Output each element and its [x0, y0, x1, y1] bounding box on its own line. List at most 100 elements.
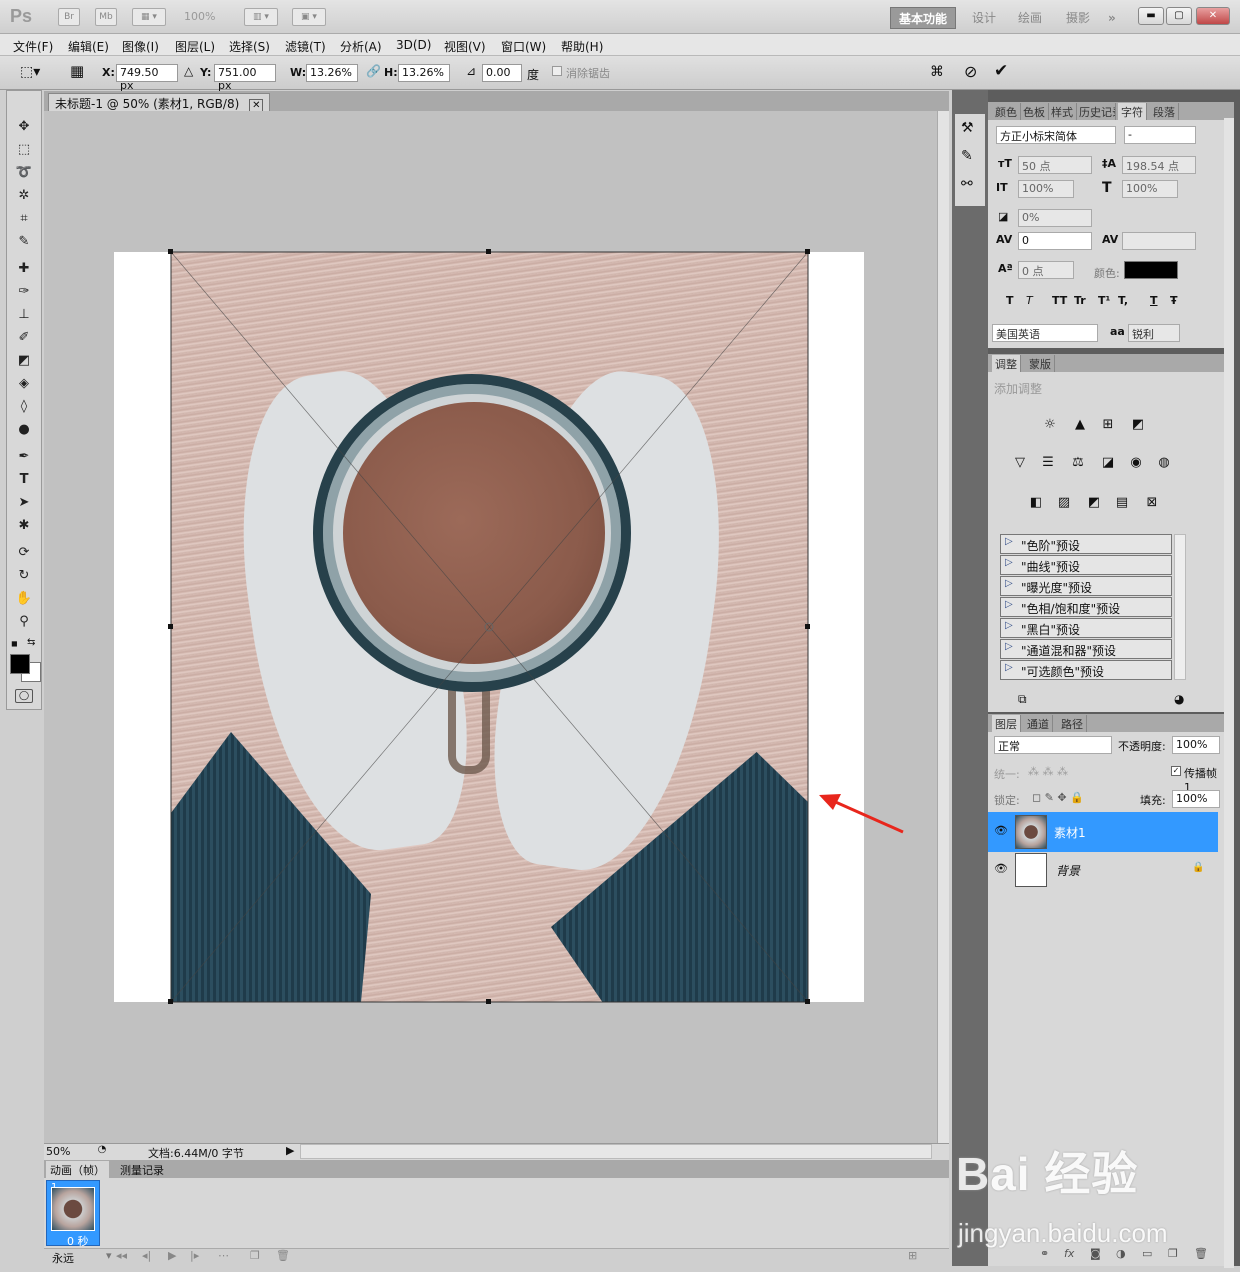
clone-stamp-tool-icon[interactable]: ⊥ — [13, 305, 35, 325]
all-caps-button[interactable]: TT — [1052, 294, 1067, 307]
paint-bucket-tool-icon[interactable]: ◈ — [13, 374, 35, 394]
preset-black-white[interactable]: "黑白"预设 — [1000, 618, 1172, 638]
preset-selective-color[interactable]: "可选颜色"预设 — [1000, 660, 1172, 680]
play-icon[interactable]: ▶ — [168, 1249, 176, 1262]
status-arrow-icon[interactable]: ▶ — [286, 1144, 294, 1157]
posterize-icon[interactable]: ▨ — [1054, 494, 1074, 512]
menu-view[interactable]: 视图(V) — [444, 38, 486, 55]
small-caps-button[interactable]: Tr — [1074, 294, 1086, 307]
angle-input[interactable]: 0.00 — [482, 64, 522, 82]
blur-tool-icon[interactable]: ◊ — [13, 397, 35, 417]
path-selection-tool-icon[interactable]: ➤ — [13, 493, 35, 513]
marquee-tool-icon[interactable]: ⬚ — [13, 140, 35, 160]
tab-color[interactable]: 颜色 — [992, 103, 1021, 120]
crop-tool-icon[interactable]: ⌗ — [13, 209, 35, 229]
vibrance-icon[interactable]: ▽ — [1010, 454, 1030, 472]
height-input[interactable]: 13.26% — [398, 64, 450, 82]
3d-rotate-tool-icon[interactable]: ⟳ — [13, 543, 35, 563]
screen-mode-dropdown[interactable]: ▣ ▾ — [292, 8, 326, 26]
menu-edit[interactable]: 编辑(E) — [68, 38, 109, 55]
menu-analysis[interactable]: 分析(A) — [340, 38, 382, 55]
first-frame-icon[interactable]: ◂◂ — [116, 1249, 127, 1262]
gradient-map-icon[interactable]: ▤ — [1112, 494, 1132, 512]
type-tool-icon[interactable]: T — [13, 470, 35, 490]
leading-input[interactable]: 198.54 点 — [1122, 156, 1196, 174]
right-panel-scrollbar[interactable] — [1224, 118, 1234, 1268]
status-menu-icon[interactable]: ◔ — [94, 1144, 110, 1159]
color-balance-icon[interactable]: ⚖ — [1068, 454, 1088, 472]
tab-paragraph[interactable]: 段落 — [1150, 103, 1179, 120]
next-frame-icon[interactable]: |▸ — [190, 1249, 199, 1262]
unify-icons[interactable]: ⁂ ⁂ ⁂ — [1028, 765, 1068, 778]
hand-tool-icon[interactable]: ✋ — [13, 589, 35, 609]
maximize-button[interactable]: ▢ — [1166, 7, 1192, 25]
opacity-input[interactable]: 100% — [1172, 736, 1220, 754]
black-white-icon[interactable]: ◪ — [1098, 454, 1118, 472]
tracking-ratio-input[interactable]: 0% — [1018, 209, 1092, 227]
loop-dropdown-arrow-icon[interactable]: ▾ — [106, 1249, 112, 1262]
commit-transform-icon[interactable]: ✔ — [994, 61, 1008, 81]
delete-frame-icon[interactable]: 🗑 — [276, 1249, 290, 1262]
faux-italic-button[interactable]: T — [1026, 294, 1033, 307]
canvas-vertical-scrollbar[interactable] — [937, 111, 949, 1143]
fill-input[interactable]: 100% — [1172, 790, 1220, 808]
preset-levels[interactable]: "色阶"预设 — [1000, 534, 1172, 554]
zoom-tool-icon[interactable]: ⚲ — [13, 612, 35, 632]
tool-presets-icon[interactable]: ⚒ — [961, 120, 974, 136]
layer-name-background[interactable]: 背景 — [1056, 862, 1080, 879]
view-extras-dropdown[interactable]: ▦ ▾ — [132, 8, 166, 26]
healing-brush-tool-icon[interactable]: ✚ — [13, 259, 35, 279]
workspace-essentials[interactable]: 基本功能 — [890, 7, 957, 29]
language-dropdown[interactable]: 美国英语 — [992, 324, 1098, 342]
lock-icons[interactable]: ◻ ✎ ✥ 🔒 — [1032, 791, 1084, 804]
text-color-swatch[interactable] — [1124, 261, 1178, 279]
curves-icon[interactable]: ⊞ — [1098, 416, 1118, 434]
menu-help[interactable]: 帮助(H) — [561, 38, 603, 55]
warp-mode-icon[interactable]: ⌘ — [930, 64, 944, 80]
3d-orbit-tool-icon[interactable]: ↻ — [13, 566, 35, 586]
eyedropper-tool-icon[interactable]: ✎ — [13, 232, 35, 252]
menu-3d[interactable]: 3D(D) — [396, 38, 431, 52]
history-brush-tool-icon[interactable]: ✐ — [13, 328, 35, 348]
presets-scrollbar[interactable] — [1174, 534, 1186, 680]
previous-frame-icon[interactable]: ◂| — [142, 1249, 151, 1262]
clone-source-icon[interactable]: ⚯ — [961, 176, 973, 192]
swap-colors-icon[interactable]: ⇆ — [27, 637, 35, 648]
vertical-scale-input[interactable]: 100% — [1018, 180, 1074, 198]
relative-position-icon[interactable]: △ — [184, 64, 193, 78]
layer-name-material1[interactable]: 素材1 — [1054, 824, 1086, 841]
strikethrough-button[interactable]: Ŧ — [1170, 294, 1178, 307]
move-tool-icon[interactable]: ✥ — [13, 117, 35, 137]
dodge-tool-icon[interactable]: ● — [13, 420, 35, 440]
tab-paths[interactable]: 路径 — [1058, 715, 1087, 732]
minimize-button[interactable]: ▬ — [1138, 7, 1164, 25]
preset-hue-saturation[interactable]: "色相/饱和度"预设 — [1000, 597, 1172, 617]
blend-mode-dropdown[interactable]: 正常 — [994, 736, 1112, 754]
menu-filter[interactable]: 滤镜(T) — [285, 38, 326, 55]
antialias-dropdown[interactable]: 锐利 — [1128, 324, 1180, 342]
animation-frame[interactable]: 1 0 秒 — [46, 1180, 100, 1248]
quick-mask-icon[interactable]: ◯ — [15, 689, 33, 703]
default-colors-icon[interactable]: ◼ — [11, 639, 18, 648]
threshold-icon[interactable]: ◩ — [1084, 494, 1104, 512]
font-family-dropdown[interactable]: 方正小标宋简体 — [996, 126, 1116, 144]
menu-image[interactable]: 图像(I) — [122, 38, 159, 55]
arrange-documents-dropdown[interactable]: ▥ ▾ — [244, 8, 278, 26]
workspace-painting[interactable]: 绘画 — [1010, 7, 1050, 29]
clip-adjustment-icon[interactable]: ⧉ — [1018, 692, 1027, 707]
horizontal-scale-input[interactable]: 100% — [1122, 180, 1178, 198]
photo-filter-icon[interactable]: ◉ — [1126, 454, 1146, 472]
tween-icon[interactable]: ⋯ — [218, 1249, 229, 1262]
tab-styles[interactable]: 样式 — [1048, 103, 1077, 120]
workspace-design[interactable]: 设计 — [964, 7, 1004, 29]
brush-tool-icon[interactable]: ✑ — [13, 282, 35, 302]
levels-icon[interactable]: ▲ — [1070, 416, 1090, 434]
underline-button[interactable]: T — [1150, 294, 1158, 307]
zoom-field[interactable]: 50% — [46, 1145, 70, 1158]
font-size-input[interactable]: 50 点 — [1018, 156, 1092, 174]
foreground-color-swatch[interactable] — [10, 654, 30, 674]
selective-color-icon[interactable]: ⊠ — [1142, 494, 1162, 512]
document-tab[interactable]: 未标题-1 @ 50% (素材1, RGB/8) ✕ — [48, 93, 271, 112]
preset-exposure[interactable]: "曝光度"预设 — [1000, 576, 1172, 596]
layer-row-background[interactable]: 👁 背景 🔒 — [988, 850, 1218, 890]
